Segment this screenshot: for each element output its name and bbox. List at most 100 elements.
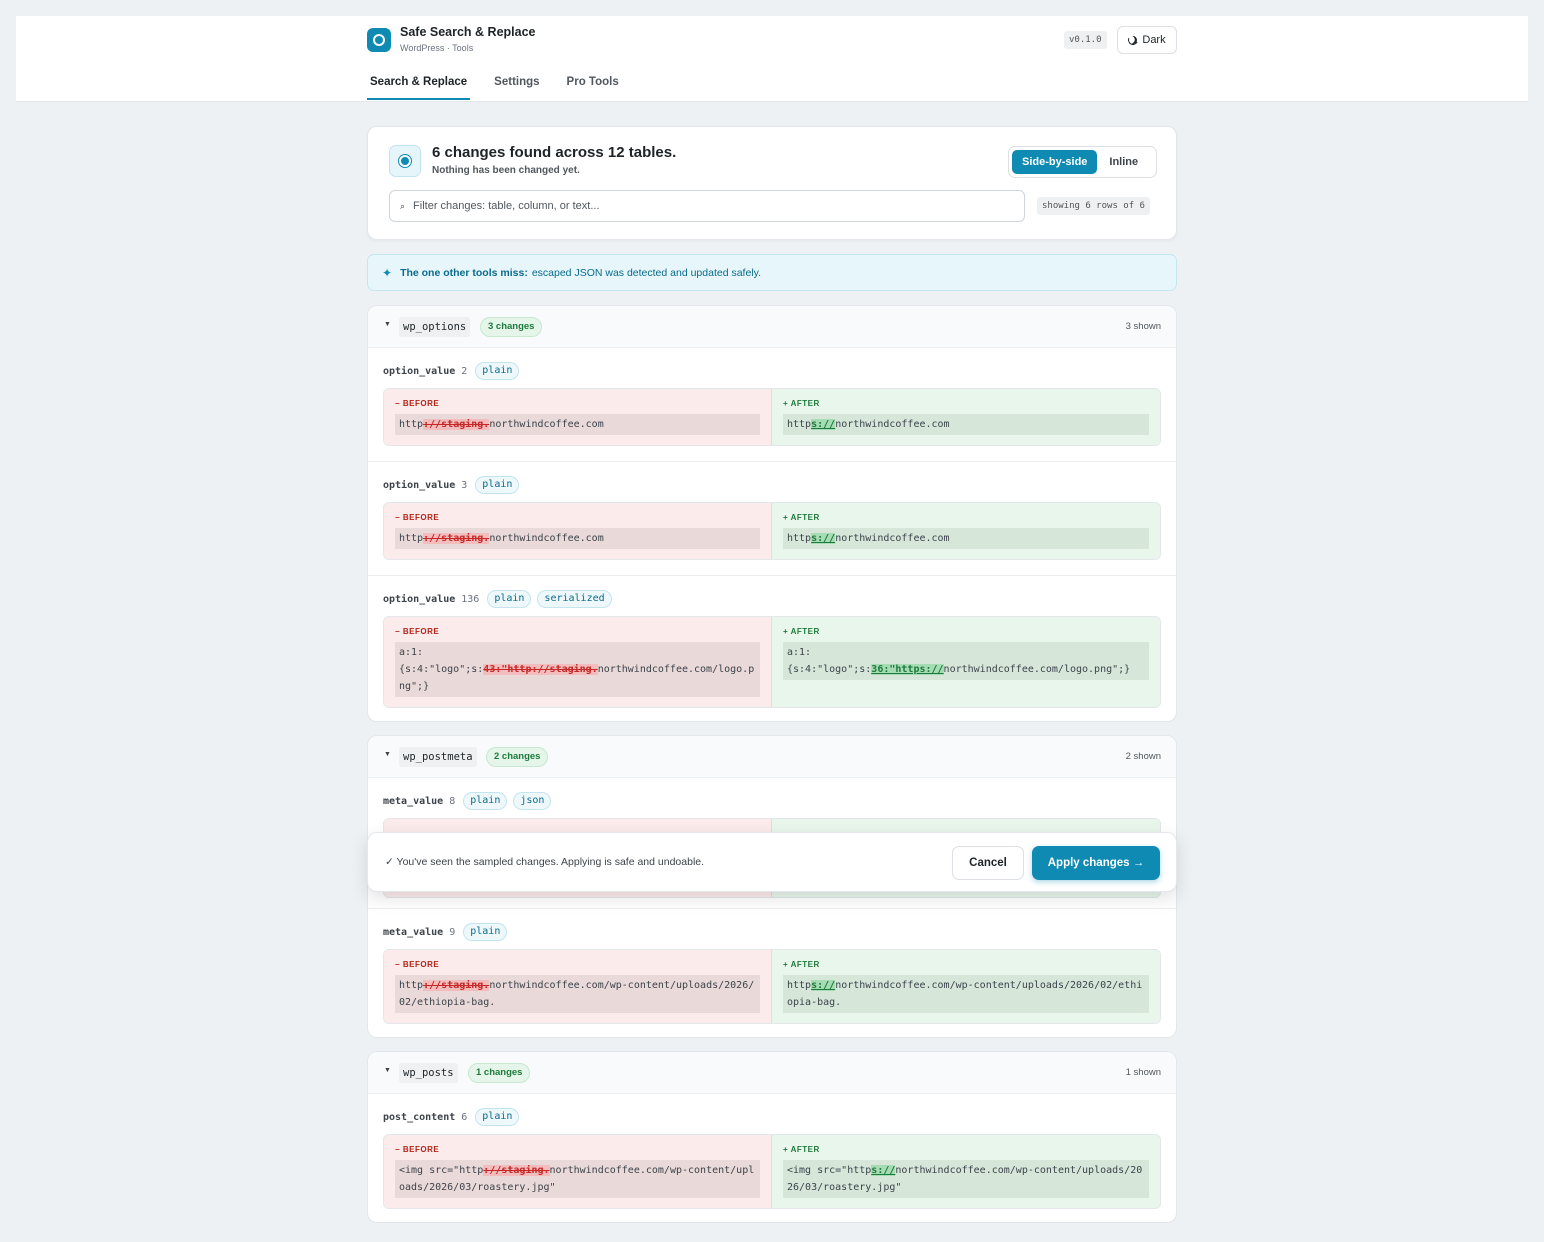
before-label: − BEFORE	[395, 960, 440, 969]
tab-pro-tools[interactable]: Pro Tools	[564, 74, 622, 100]
dark-mode-button[interactable]: Dark	[1117, 26, 1177, 54]
before-label: − BEFORE	[395, 513, 440, 522]
type-pill: json	[513, 792, 552, 810]
chevron-down-icon[interactable]: ▼	[384, 321, 391, 328]
type-pill: plain	[475, 476, 520, 494]
before-code: http://staging.northwindcoffee.com	[395, 414, 760, 435]
change-row: option_value 3 plain − BEFORE http://sta…	[368, 462, 1176, 576]
type-pill: serialized	[537, 590, 612, 608]
tab-settings[interactable]: Settings	[491, 74, 542, 100]
after-code: https://northwindcoffee.com/wp-content/u…	[783, 975, 1149, 1013]
diff-view: − BEFORE <img src="http://staging.northw…	[383, 1134, 1161, 1209]
type-pill: plain	[463, 923, 508, 941]
after-panel: + AFTER a:1: {s:4:"logo";s:36:"https://n…	[772, 617, 1160, 707]
before-panel: − BEFORE http://staging.northwindcoffee.…	[384, 389, 772, 445]
table-group-header[interactable]: ▼ wp_postmeta 2 changes 2 shown	[368, 736, 1176, 778]
row-id: 136	[461, 593, 480, 605]
table-group-header[interactable]: ▼ wp_posts 1 changes 1 shown	[368, 1052, 1176, 1094]
row-id: 6	[461, 1111, 468, 1123]
row-id: 3	[461, 479, 468, 491]
column-name: option_value	[383, 479, 456, 491]
change-row: meta_value 9 plain − BEFORE http://stagi…	[368, 909, 1176, 1037]
changes-badge: 2 changes	[486, 747, 549, 767]
column-name: post_content	[383, 1111, 456, 1123]
after-label: + AFTER	[783, 399, 820, 408]
filter-input[interactable]: ⌕ Filter changes: table, column, or text…	[389, 190, 1025, 222]
tab-search-replace[interactable]: Search & Replace	[367, 74, 471, 100]
after-label: + AFTER	[783, 627, 820, 636]
before-panel: − BEFORE <img src="http://staging.northw…	[384, 1135, 772, 1208]
before-code: http://staging.northwindcoffee.com	[395, 528, 760, 549]
apply-changes-button[interactable]: Apply changes →	[1032, 846, 1160, 880]
shown-count: 3 shown	[1125, 321, 1161, 332]
callout-text: escaped JSON was detected and updated sa…	[531, 266, 762, 279]
after-panel: + AFTER https://northwindcoffee.com	[772, 503, 1160, 559]
diff-view: − BEFORE http://staging.northwindcoffee.…	[383, 388, 1161, 446]
radar-icon	[389, 145, 421, 177]
before-panel: − BEFORE http://staging.northwindcoffee.…	[384, 503, 772, 559]
moon-icon	[1126, 33, 1140, 47]
changes-badge: 3 changes	[480, 317, 543, 337]
column-name: option_value	[383, 365, 456, 377]
chevron-down-icon[interactable]: ▼	[384, 751, 391, 758]
version-badge: v0.1.0	[1064, 31, 1107, 49]
column-name: meta_value	[383, 926, 444, 938]
type-pill: plain	[463, 792, 508, 810]
row-id: 9	[449, 926, 456, 938]
after-code: https://northwindcoffee.com	[783, 528, 1149, 549]
summary-subtitle: Nothing has been changed yet.	[432, 165, 580, 176]
table-name: wp_postmeta	[399, 747, 477, 767]
summary-card: 6 changes found across 12 tables. Nothin…	[367, 126, 1177, 240]
type-pill: plain	[475, 1108, 520, 1126]
table-group-wp-options: ▼ wp_options 3 changes 3 shown option_va…	[367, 305, 1177, 722]
change-row: post_content 6 plain − BEFORE <img src="…	[368, 1094, 1176, 1222]
row-id: 8	[449, 795, 456, 807]
table-name: wp_options	[399, 317, 471, 337]
table-name: wp_posts	[399, 1063, 458, 1083]
change-row: option_value 2 plain − BEFORE http://sta…	[368, 348, 1176, 462]
diff-view: − BEFORE http://staging.northwindcoffee.…	[383, 502, 1161, 560]
summary-title: 6 changes found across 12 tables.	[432, 144, 677, 161]
after-label: + AFTER	[783, 513, 820, 522]
type-pill: plain	[487, 590, 532, 608]
app-header: Safe Search & Replace WordPress · Tools …	[16, 16, 1528, 102]
column-name: option_value	[383, 593, 456, 605]
shown-count: 2 shown	[1125, 751, 1161, 762]
shown-count: 1 shown	[1125, 1067, 1161, 1078]
callout-strong: The one other tools miss:	[400, 266, 528, 279]
sparkle-icon: ✦	[382, 265, 393, 280]
view-side-by-side[interactable]: Side-by-side	[1012, 150, 1098, 174]
before-label: − BEFORE	[395, 399, 440, 408]
after-code: <img src="https://northwindcoffee.com/wp…	[783, 1160, 1149, 1198]
diff-view: − BEFORE http://staging.northwindcoffee.…	[383, 949, 1161, 1024]
table-group-wp-posts: ▼ wp_posts 1 changes 1 shown post_conten…	[367, 1051, 1177, 1223]
changes-badge: 1 changes	[468, 1063, 531, 1083]
after-code: a:1: {s:4:"logo";s:36:"https://northwind…	[783, 642, 1149, 680]
type-pill: plain	[475, 362, 520, 380]
view-inline[interactable]: Inline	[1099, 150, 1148, 174]
showing-count: showing 6 rows of 6	[1037, 197, 1150, 215]
app-title: Safe Search & Replace	[400, 25, 536, 39]
before-label: − BEFORE	[395, 627, 440, 636]
before-label: − BEFORE	[395, 1145, 440, 1154]
tab-bar: Search & Replace Settings Pro Tools	[367, 74, 643, 100]
search-icon: ⌕	[400, 200, 406, 211]
before-code: http://staging.northwindcoffee.com/wp-co…	[395, 975, 760, 1013]
after-label: + AFTER	[783, 1145, 820, 1154]
table-group-header[interactable]: ▼ wp_options 3 changes 3 shown	[368, 306, 1176, 348]
view-toggle: Side-by-side Inline	[1008, 146, 1157, 178]
chevron-down-icon[interactable]: ▼	[384, 1067, 391, 1074]
apply-message: ✓ You've seen the sampled changes. Apply…	[385, 856, 705, 868]
app-breadcrumb: WordPress · Tools	[400, 43, 474, 53]
before-code: <img src="http://staging.northwindcoffee…	[395, 1160, 760, 1198]
json-callout: ✦ The one other tools miss: escaped JSON…	[367, 254, 1177, 291]
before-panel: − BEFORE http://staging.northwindcoffee.…	[384, 950, 772, 1023]
row-id: 2	[461, 365, 468, 377]
after-code: https://northwindcoffee.com	[783, 414, 1149, 435]
apply-bar: ✓ You've seen the sampled changes. Apply…	[367, 832, 1177, 892]
dark-mode-label: Dark	[1142, 34, 1166, 46]
after-panel: + AFTER https://northwindcoffee.com	[772, 389, 1160, 445]
cancel-button[interactable]: Cancel	[952, 846, 1024, 880]
after-panel: + AFTER https://northwindcoffee.com/wp-c…	[772, 950, 1160, 1023]
change-row: option_value 136 plain serialized − BEFO…	[368, 576, 1176, 721]
